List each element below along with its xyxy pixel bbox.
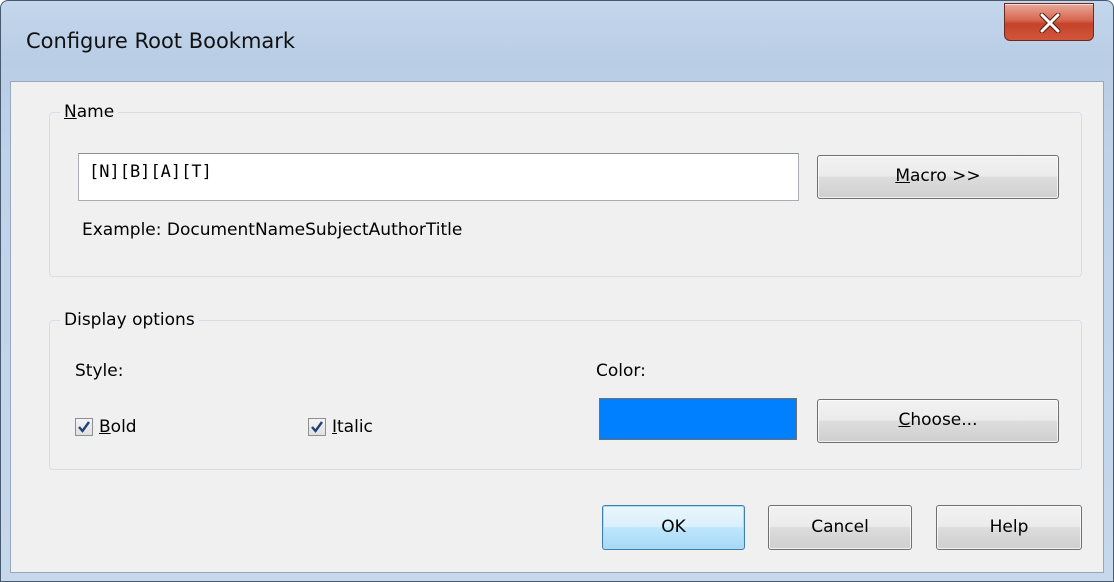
- cancel-button[interactable]: Cancel: [768, 505, 912, 550]
- help-button[interactable]: Help: [936, 505, 1082, 550]
- checkmark-icon: [78, 421, 90, 433]
- example-text: Example: DocumentNameSubjectAuthorTitle: [82, 220, 463, 240]
- close-button[interactable]: [1004, 3, 1094, 41]
- help-button-label: Help: [989, 517, 1029, 537]
- bold-checkbox[interactable]: Bold: [75, 415, 137, 439]
- color-label: Color:: [596, 361, 646, 381]
- name-input[interactable]: [N][B][A][T]: [78, 153, 799, 201]
- dialog-window: Configure Root Bookmark Name [N][B][A][T…: [0, 0, 1114, 582]
- macro-button-label: Macro >>: [895, 166, 981, 186]
- display-options-label: Display options: [60, 310, 199, 330]
- dialog-title: Configure Root Bookmark: [26, 29, 296, 53]
- italic-checkbox-label: Italic: [332, 417, 373, 437]
- choose-color-button[interactable]: Choose...: [817, 399, 1059, 443]
- cancel-button-label: Cancel: [811, 517, 869, 537]
- dialog-client-area: Name [N][B][A][T] Macro >> Example: Docu…: [10, 81, 1104, 573]
- checkmark-icon: [311, 421, 323, 433]
- color-swatch: [599, 398, 797, 440]
- italic-checkbox-box[interactable]: [308, 418, 326, 436]
- macro-button[interactable]: Macro >>: [817, 155, 1059, 199]
- ok-button-label: OK: [661, 517, 686, 537]
- close-icon: [1039, 13, 1061, 33]
- choose-button-label: Choose...: [898, 410, 978, 430]
- bold-checkbox-box[interactable]: [75, 418, 93, 436]
- italic-checkbox[interactable]: Italic: [308, 415, 373, 439]
- bold-checkbox-label: Bold: [99, 417, 137, 437]
- style-label: Style:: [75, 361, 124, 381]
- title-bar[interactable]: Configure Root Bookmark: [1, 1, 1113, 81]
- name-group-label: Name: [60, 102, 119, 122]
- ok-button[interactable]: OK: [602, 505, 745, 550]
- name-input-value: [N][B][A][T]: [89, 162, 212, 182]
- display-options-group: [49, 320, 1082, 470]
